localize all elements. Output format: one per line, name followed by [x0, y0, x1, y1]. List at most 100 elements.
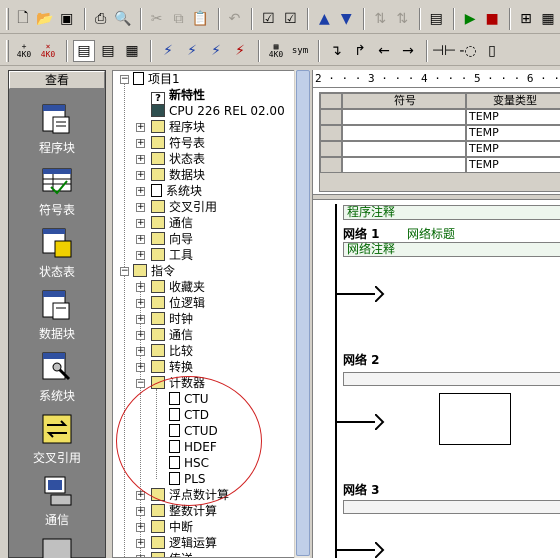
network-1-title[interactable]: 网络标题: [407, 225, 455, 242]
tree-node-hsc[interactable]: HSC: [169, 455, 209, 471]
network-2-comment[interactable]: [343, 372, 560, 386]
line-right-icon[interactable]: →: [397, 40, 419, 62]
expand-toggle[interactable]: +: [136, 139, 145, 148]
edit-mode-icon[interactable]: ▤: [73, 39, 95, 62]
expand-toggle[interactable]: +: [136, 347, 145, 356]
expand-toggle[interactable]: +: [136, 331, 145, 340]
tree-node-ctu[interactable]: CTU: [169, 391, 209, 407]
expand-toggle[interactable]: +: [136, 315, 145, 324]
stop-icon[interactable]: ■: [482, 8, 502, 30]
tree-node-wizard[interactable]: 向导: [151, 231, 193, 247]
var-type-cell[interactable]: TEMP: [466, 157, 560, 173]
viewbar-item-communication[interactable]: 通信: [9, 475, 105, 528]
tree-node-convert[interactable]: 转换: [151, 359, 193, 375]
tree-node-ctd[interactable]: CTD: [169, 407, 209, 423]
viewbar-item-cross-reference[interactable]: 交叉引用: [9, 413, 105, 466]
tree-node-move[interactable]: 传送: [151, 551, 193, 557]
expand-toggle[interactable]: +: [136, 203, 145, 212]
unforce-all-icon[interactable]: ⚡: [229, 40, 251, 62]
tree-node-counter[interactable]: 计数器: [151, 375, 205, 391]
tree-node-logic-ops[interactable]: 逻辑运算: [151, 535, 217, 551]
tree-node-instr-communication[interactable]: 通信: [151, 327, 193, 343]
expand-toggle[interactable]: +: [136, 299, 145, 308]
expand-toggle[interactable]: +: [136, 491, 145, 500]
expand-toggle[interactable]: +: [136, 219, 145, 228]
copy-icon[interactable]: ⧉: [169, 8, 189, 30]
run-icon[interactable]: ▶: [460, 8, 480, 30]
tree-node-tools[interactable]: 工具: [151, 247, 193, 263]
expand-toggle[interactable]: +: [136, 155, 145, 164]
expand-toggle[interactable]: +: [136, 363, 145, 372]
row-header[interactable]: [320, 157, 342, 173]
ladder-editor[interactable]: 程序注释 网络 1 网络标题 网络注释 网络 2 网络 3: [313, 200, 560, 558]
program-status-icon[interactable]: ⊞: [516, 8, 536, 30]
view-bar-title[interactable]: 查看: [9, 71, 105, 89]
expand-toggle[interactable]: +: [136, 123, 145, 132]
viewbar-item-program-block[interactable]: 程序块: [9, 103, 105, 156]
network-2-label[interactable]: 网络 2: [343, 351, 380, 368]
save-all-icon[interactable]: ▣: [57, 8, 77, 30]
network-3-label[interactable]: 网络 3: [343, 481, 380, 498]
expand-toggle[interactable]: +: [136, 507, 145, 516]
tree-node-program-block[interactable]: 程序块: [151, 119, 205, 135]
options-icon[interactable]: ▤: [426, 8, 446, 30]
column-header-symbol[interactable]: 符号: [342, 93, 466, 109]
coil-icon[interactable]: -◌: [457, 40, 479, 62]
tree-node-instructions[interactable]: 指令: [133, 263, 175, 279]
collapse-toggle[interactable]: −: [120, 267, 129, 276]
scrollbar-thumb[interactable]: [296, 70, 310, 556]
box-icon[interactable]: ▯: [481, 40, 503, 62]
expand-toggle[interactable]: +: [136, 539, 145, 548]
network-1-label[interactable]: 网络 1: [343, 225, 380, 242]
viewbar-item-status-table[interactable]: 状态表: [9, 227, 105, 280]
tree-node-cpu[interactable]: CPU 226 REL 02.00: [151, 103, 285, 119]
tree-node-whats-new[interactable]: ? 新特性: [151, 87, 205, 105]
undo-icon[interactable]: ↶: [225, 8, 245, 30]
tree-node-project[interactable]: 项目1: [133, 71, 180, 87]
symbol-cell[interactable]: [342, 109, 466, 125]
tree-node-status-table[interactable]: 状态表: [151, 151, 205, 167]
open-icon[interactable]: 📂: [35, 8, 55, 30]
line-up-icon[interactable]: ↱: [349, 40, 371, 62]
toolbar-grip[interactable]: [6, 39, 9, 62]
var-type-cell[interactable]: TEMP: [466, 141, 560, 157]
chart-status-icon[interactable]: ▦: [538, 8, 558, 30]
tree-node-symbol-table[interactable]: 符号表: [151, 135, 205, 151]
empty-instruction-box[interactable]: [439, 393, 511, 445]
tree-node-integer-math[interactable]: 整数计算: [151, 503, 217, 519]
expand-toggle[interactable]: +: [136, 187, 145, 196]
tree-node-ctud[interactable]: CTUD: [169, 423, 218, 439]
tree-node-pls[interactable]: PLS: [169, 471, 206, 487]
clear-bookmark-icon[interactable]: × 4K0: [37, 40, 59, 62]
compile-icon[interactable]: ☑: [258, 8, 278, 30]
compile-all-icon[interactable]: ☑: [280, 8, 300, 30]
symbol-view-icon[interactable]: ▤: [97, 40, 119, 62]
var-type-cell[interactable]: TEMP: [466, 109, 560, 125]
collapse-toggle[interactable]: −: [136, 379, 145, 388]
collapse-toggle[interactable]: −: [120, 75, 129, 84]
force-icon[interactable]: ⚡: [181, 40, 203, 62]
viewbar-item-symbol-table[interactable]: 符号表: [9, 165, 105, 218]
line-left-icon[interactable]: ←: [373, 40, 395, 62]
tree-node-system-block[interactable]: 系统块: [151, 183, 202, 199]
tree-node-data-block[interactable]: 数据块: [151, 167, 205, 183]
tree-node-favorites[interactable]: 收藏夹: [151, 279, 205, 295]
tree-node-clock[interactable]: 时钟: [151, 311, 193, 327]
tree-node-bit-logic[interactable]: 位逻辑: [151, 295, 205, 311]
unforce-icon[interactable]: ⚡: [205, 40, 227, 62]
upload-icon[interactable]: ▲: [314, 8, 334, 30]
cut-icon[interactable]: ✂: [147, 8, 167, 30]
sort-descending-icon[interactable]: ⇅: [392, 8, 412, 30]
line-down-icon[interactable]: ↴: [325, 40, 347, 62]
sort-ascending-icon[interactable]: ⇅: [370, 8, 390, 30]
expand-toggle[interactable]: +: [136, 251, 145, 260]
symbol-cell[interactable]: [342, 125, 466, 141]
symbol-cell[interactable]: [342, 157, 466, 173]
read-forced-icon[interactable]: ▦ 4K0: [265, 40, 287, 62]
network-1-comment[interactable]: 网络注释: [343, 242, 560, 257]
tree-node-compare[interactable]: 比较: [151, 343, 193, 359]
network-3-comment[interactable]: [343, 500, 560, 514]
set-bookmark-icon[interactable]: +4K0: [13, 40, 35, 62]
symbol-toggle-icon[interactable]: sym: [289, 40, 311, 62]
tree-node-cross-reference[interactable]: 交叉引用: [151, 199, 217, 215]
